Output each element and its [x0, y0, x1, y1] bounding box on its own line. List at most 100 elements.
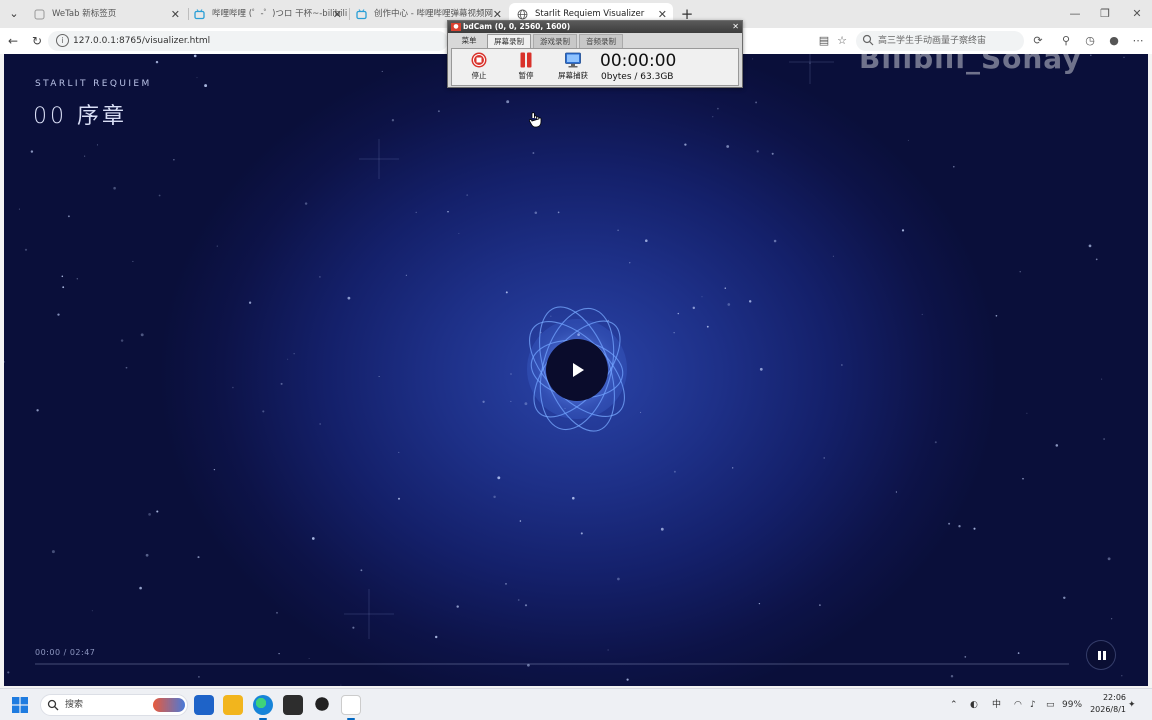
- extensions-icon[interactable]: ⚲: [1058, 33, 1074, 49]
- star: [519, 520, 522, 522]
- star: [950, 674, 954, 678]
- star: [726, 145, 730, 148]
- history-icon[interactable]: ◷: [1082, 33, 1098, 49]
- star: [823, 457, 825, 459]
- star: [580, 532, 583, 535]
- ime-indicator[interactable]: 中: [992, 697, 1001, 713]
- star: [30, 150, 34, 153]
- star: [216, 245, 218, 247]
- progress-bar[interactable]: [35, 663, 1069, 665]
- back-arrow-icon[interactable]: ←: [4, 32, 22, 50]
- address-bar[interactable]: i 127.0.0.1:8765/visualizer.html: [48, 31, 448, 51]
- tray-overflow-icon[interactable]: ⌃: [950, 697, 958, 713]
- star: [1088, 244, 1092, 248]
- star: [832, 255, 834, 257]
- tab-label: WeTab 新标签页: [52, 9, 117, 19]
- reload-icon[interactable]: ↻: [28, 32, 46, 50]
- star: [819, 604, 821, 606]
- star: [213, 468, 216, 471]
- star: [948, 522, 951, 525]
- bdcam-pause-button[interactable]: 暂停: [506, 52, 546, 84]
- tab-close-icon[interactable]: ✕: [171, 3, 180, 26]
- star: [901, 229, 905, 232]
- search-icon: [862, 34, 874, 46]
- star: [727, 303, 731, 306]
- star: [456, 605, 459, 608]
- star: [248, 301, 252, 304]
- clock-time[interactable]: 22:06: [1098, 693, 1126, 702]
- file-explorer-icon[interactable]: [223, 695, 243, 715]
- star: [505, 583, 507, 585]
- wifi-icon[interactable]: ◠: [1014, 697, 1022, 713]
- battery-icon[interactable]: ▭: [1046, 697, 1055, 713]
- tab-close-icon[interactable]: ✕: [333, 3, 342, 26]
- bdcam-capture-button[interactable]: 屏幕捕获: [553, 52, 593, 84]
- star: [534, 211, 538, 215]
- windows-start-icon[interactable]: [12, 697, 28, 713]
- close-window-icon[interactable]: ✕: [1122, 4, 1152, 24]
- star: [771, 152, 774, 155]
- search-box[interactable]: 高三学生手动画量子察终宙: [856, 31, 1024, 51]
- star: [692, 306, 696, 310]
- star: [140, 333, 144, 337]
- star: [156, 510, 159, 513]
- clock-date[interactable]: 2026/8/1: [1086, 705, 1126, 714]
- star: [895, 491, 898, 493]
- tab-list-chevron-icon[interactable]: ⌄: [4, 5, 24, 23]
- bdcam-tab-screen[interactable]: 屏幕录制: [487, 34, 531, 48]
- star: [278, 652, 280, 655]
- star: [510, 400, 512, 402]
- star: [96, 144, 99, 146]
- url-text[interactable]: 127.0.0.1:8765/visualizer.html: [73, 31, 210, 51]
- taskbar-search[interactable]: 搜索: [40, 694, 188, 716]
- bdcam-close-icon[interactable]: ✕: [732, 21, 739, 33]
- star: [132, 260, 134, 262]
- search-placeholder: 高三学生手动画量子察终宙: [878, 36, 987, 46]
- minimize-icon[interactable]: —: [1060, 4, 1090, 24]
- pause-button[interactable]: [1086, 640, 1116, 670]
- star: [76, 278, 78, 280]
- notification-bell-icon[interactable]: ✦: [1128, 697, 1136, 713]
- qq-icon[interactable]: [312, 695, 332, 715]
- bdcam-taskbar-icon[interactable]: [341, 695, 361, 715]
- tab-wetab[interactable]: WeTab 新标签页 ✕: [26, 3, 186, 26]
- star: [748, 300, 752, 303]
- more-menu-icon[interactable]: ⋯: [1130, 33, 1146, 49]
- star: [557, 211, 560, 214]
- restore-icon[interactable]: ❐: [1090, 4, 1120, 24]
- favorite-star-icon[interactable]: ☆: [834, 33, 850, 49]
- star: [1063, 596, 1066, 600]
- star: [18, 208, 20, 210]
- bdcam-tab-menu[interactable]: 菜单: [453, 34, 485, 48]
- network-app-icon[interactable]: ◐: [970, 697, 978, 713]
- edge-browser-icon[interactable]: [253, 695, 273, 715]
- terminal-icon[interactable]: [283, 695, 303, 715]
- star: [447, 211, 449, 213]
- site-info-icon[interactable]: i: [56, 34, 69, 47]
- reading-mode-icon[interactable]: ▤: [816, 33, 832, 49]
- profile-avatar-icon[interactable]: ●: [1106, 33, 1122, 49]
- refresh-circle-icon[interactable]: ⟳: [1030, 33, 1046, 49]
- bdcam-tab-game[interactable]: 游戏录制: [533, 34, 577, 48]
- battery-percent: 99%: [1062, 700, 1083, 710]
- tab-bilibili[interactable]: 哔哩哔哩 (゜-゜)つロ 干杯~-bilibili ✕: [186, 3, 348, 26]
- bdcam-stop-button[interactable]: 停止: [459, 52, 499, 84]
- star: [293, 353, 295, 355]
- star: [4, 361, 6, 363]
- star: [197, 556, 200, 559]
- star: [607, 319, 609, 321]
- star: [405, 274, 407, 276]
- star: [732, 467, 734, 469]
- task-view-app-icon[interactable]: [194, 695, 214, 715]
- bilibili-favicon-icon: [194, 9, 205, 20]
- star: [1026, 412, 1028, 414]
- volume-icon[interactable]: ♪: [1030, 697, 1036, 713]
- play-button[interactable]: [546, 339, 608, 401]
- star: [645, 239, 648, 242]
- star: [497, 476, 501, 480]
- bdcam-titlebar[interactable]: ● bdCam (0, 0, 2560, 1600) ✕: [448, 21, 742, 33]
- star: [62, 286, 65, 289]
- star: [391, 119, 395, 122]
- bdcam-tab-audio[interactable]: 音频录制: [579, 34, 623, 48]
- star: [204, 84, 208, 88]
